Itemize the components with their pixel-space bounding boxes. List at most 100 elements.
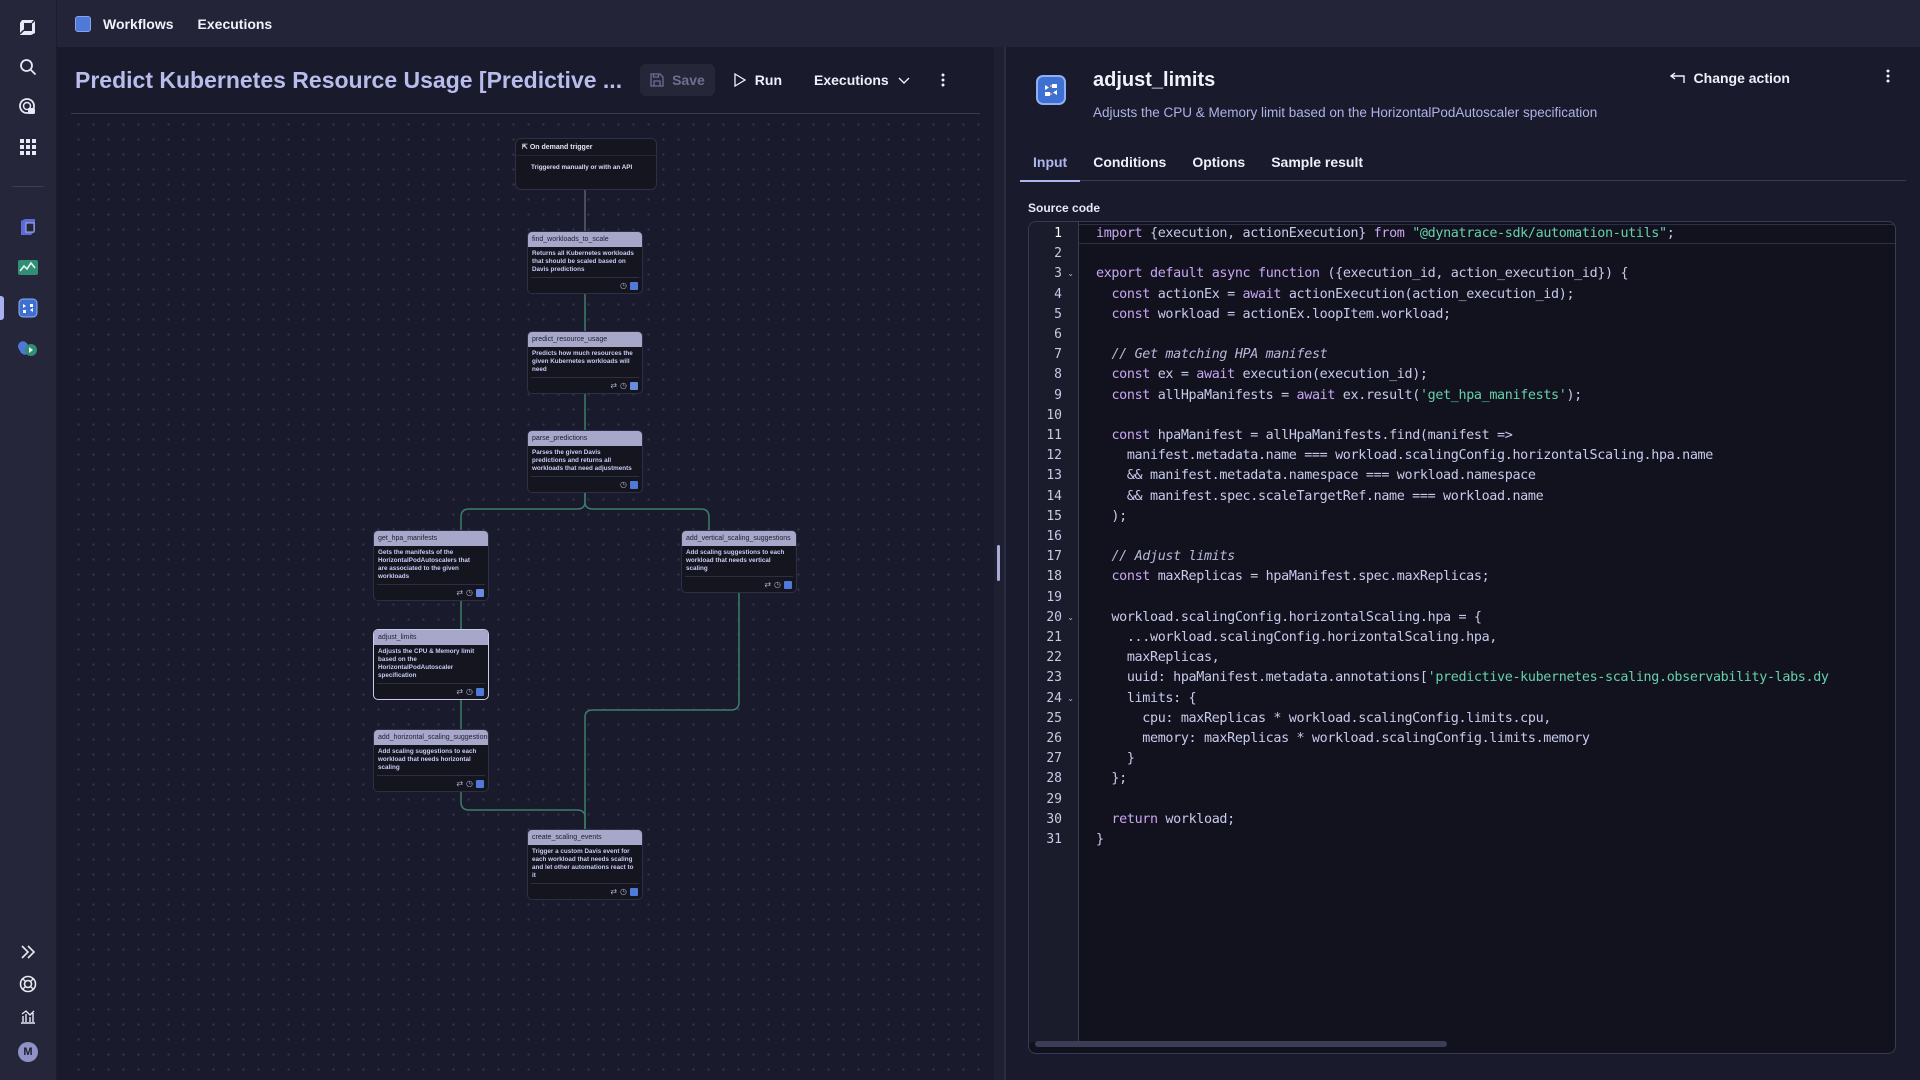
line-number: 12 (1046, 448, 1062, 464)
resize-grip[interactable] (997, 545, 1000, 581)
code-line: ...workload.scalingConfig.horizontalScal… (1096, 630, 1498, 645)
loop-icon: ⇄ (456, 687, 464, 696)
workflow-node[interactable]: get_hpa_manifests Gets the manifests of … (373, 530, 489, 601)
line-number: 25 (1046, 710, 1062, 726)
source-code-editor[interactable]: 1 2 3 ⌄ 4 5 6 7 8 9 10 11 12 13 14 15 16 17 18 19 20 ⌄ 21 22 23 2… (1028, 221, 1896, 1054)
line-number: 5 (1054, 306, 1062, 322)
code-line: const maxReplicas = hpaManifest.spec.max… (1111, 569, 1490, 585)
support-icon[interactable] (16, 972, 40, 996)
clock-icon: ◷ (620, 381, 627, 390)
clock-icon: ◷ (466, 687, 473, 696)
line-number: 20 (1046, 609, 1062, 625)
workflow-node-selected[interactable]: adjust_limits Adjusts the CPU & Memory l… (373, 629, 489, 700)
workflow-node[interactable]: add_vertical_scaling_suggestions Add sca… (681, 530, 797, 593)
workflow-canvas[interactable]: ⇱ On demand trigger Triggered manually o… (71, 117, 984, 1080)
node-title: predict_resource_usage (528, 332, 642, 347)
nav-workflows[interactable]: Workflows (103, 16, 174, 32)
clock-icon: ◷ (466, 779, 473, 788)
more-options-button[interactable] (935, 64, 951, 96)
workflow-node[interactable]: find_workloads_to_scale Returns all Kube… (527, 231, 643, 294)
code-line: } (1096, 832, 1104, 847)
workflow-node[interactable]: parse_predictions Parses the given Davis… (527, 430, 643, 493)
more-vertical-icon (1886, 69, 1890, 83)
workflow-title[interactable]: Predict Kubernetes Resource Usage [Predi… (75, 67, 622, 94)
loop-icon: ⇄ (456, 779, 464, 788)
node-title: parse_predictions (528, 431, 642, 446)
rail-divider (12, 186, 44, 187)
metrics-icon[interactable] (16, 1004, 40, 1028)
dashboard-app-icon[interactable] (16, 255, 40, 279)
action-tabs: Input Conditions Options Sample result (1020, 143, 1906, 182)
discovery-icon[interactable] (16, 95, 40, 119)
apps-grid-icon[interactable] (16, 135, 40, 159)
code-line: // Adjust limits (1111, 549, 1235, 565)
code-area[interactable]: import {execution, actionExecution} from… (1079, 222, 1895, 1042)
js-action-icon (476, 687, 484, 696)
fold-toggle-icon[interactable]: ⌄ (1067, 264, 1074, 284)
line-number: 17 (1046, 549, 1062, 565)
code-line: workload.scalingConfig.horizontalScaling… (1096, 609, 1482, 625)
workflow-node[interactable]: add_horizontal_scaling_suggestions Add s… (373, 729, 489, 792)
workflow-node[interactable]: predict_resource_usage Predicts how much… (527, 331, 643, 394)
line-number: 8 (1054, 367, 1062, 383)
run-button[interactable]: Run (723, 64, 792, 96)
tab-conditions[interactable]: Conditions (1080, 143, 1179, 181)
node-description: Trigger a custom Davis event for each wo… (531, 845, 639, 884)
action-more-button[interactable] (1886, 69, 1890, 88)
save-button[interactable]: Save (640, 64, 715, 96)
save-label: Save (672, 72, 705, 88)
tab-options[interactable]: Options (1179, 143, 1258, 181)
code-line: } (1096, 751, 1135, 767)
loop-icon: ⇄ (764, 580, 772, 589)
change-action-button[interactable]: Change action (1669, 70, 1790, 86)
code-line: uuid: hpaManifest.metadata.annotations['… (1096, 670, 1829, 686)
action-title[interactable]: adjust_limits (1093, 69, 1215, 92)
loop-icon: ⇄ (610, 887, 618, 896)
line-number: 15 (1046, 508, 1062, 524)
line-number: 14 (1046, 488, 1062, 504)
security-app-icon[interactable] (16, 336, 40, 360)
node-description: Predicts how much resources the given Ku… (531, 347, 639, 378)
code-line: const hpaManifest = allHpaManifests.find… (1111, 428, 1513, 443)
active-app-indicator (0, 296, 4, 320)
tab-sample-result[interactable]: Sample result (1258, 143, 1376, 181)
line-number: 1 (1054, 226, 1062, 241)
node-description: Add scaling suggestions to each workload… (685, 546, 793, 577)
fold-toggle-icon[interactable]: ⌄ (1067, 608, 1074, 628)
chevron-down-icon (898, 77, 910, 84)
code-line: import {execution, actionExecution} from… (1096, 226, 1675, 241)
expand-icon[interactable] (16, 940, 40, 964)
nav-executions[interactable]: Executions (198, 16, 273, 32)
workflow-editor-panel: Predict Kubernetes Resource Usage [Predi… (57, 47, 994, 1080)
code-line: return workload; (1111, 811, 1235, 827)
line-number: 30 (1046, 811, 1062, 827)
workflows-app-icon[interactable] (16, 296, 40, 320)
fold-toggle-icon[interactable]: ⌄ (1067, 689, 1074, 709)
workflow-header: Predict Kubernetes Resource Usage [Predi… (71, 47, 980, 114)
executions-label: Executions (814, 72, 889, 88)
kubernetes-app-icon[interactable] (16, 215, 40, 239)
tab-input[interactable]: Input (1020, 143, 1081, 182)
dynatrace-logo-icon[interactable] (16, 15, 40, 39)
clock-icon: ◷ (774, 580, 781, 589)
horizontal-scrollbar[interactable] (1035, 1041, 1447, 1047)
avatar[interactable]: M (16, 1040, 40, 1064)
node-description: Add scaling suggestions to each workload… (377, 745, 485, 776)
panel-resize-handle[interactable] (994, 47, 1004, 1080)
workflows-logo-icon (75, 15, 91, 32)
trigger-node[interactable]: ⇱ On demand trigger Triggered manually o… (515, 138, 657, 190)
workflow-node[interactable]: create_scaling_events Trigger a custom D… (527, 829, 643, 900)
node-title: add_vertical_scaling_suggestions (682, 531, 796, 546)
code-line: && manifest.spec.scaleTargetRef.name ===… (1096, 488, 1544, 504)
code-line: const allHpaManifests = await ex.result(… (1111, 387, 1582, 403)
code-line: }; (1096, 771, 1127, 787)
code-line: maxReplicas, (1096, 650, 1220, 666)
play-icon (734, 73, 747, 87)
search-icon[interactable] (16, 55, 40, 79)
action-description[interactable]: Adjusts the CPU & Memory limit based on … (1093, 105, 1597, 120)
change-arrow-icon (1669, 72, 1685, 83)
line-number: 26 (1046, 731, 1062, 746)
line-number: 3 (1054, 266, 1062, 282)
executions-dropdown[interactable]: Executions (804, 64, 921, 96)
trigger-description: Triggered manually or with an API (531, 164, 633, 171)
